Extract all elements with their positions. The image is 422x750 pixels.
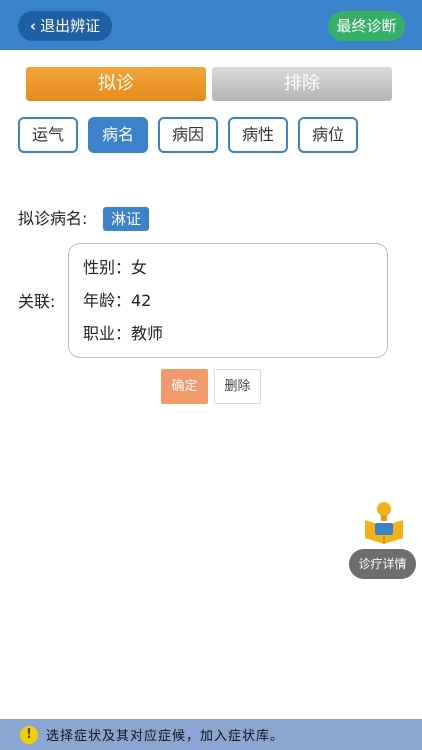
tab-tentative-diagnosis[interactable]: 拟诊 [26, 67, 206, 101]
header-bar: ‹ 退出辨证 最终诊断 [0, 0, 422, 50]
final-diagnosis-button[interactable]: 最终诊断 [328, 11, 405, 41]
tab-exclude[interactable]: 排除 [212, 67, 392, 101]
screen: ‹ 退出辨证 最终诊断 拟诊 排除 运气 病名 病因 病性 病位 拟诊病名: 淋… [0, 0, 422, 750]
exit-syndrome-button[interactable]: ‹ 退出辨证 [18, 11, 112, 41]
warning-icon: ! [20, 725, 38, 744]
diagnosis-name-tag[interactable]: 淋证 [103, 207, 150, 231]
association-line-gender: 性别：女 [83, 258, 148, 277]
association-line-age: 年龄：42 [83, 291, 152, 310]
hint-bar: ! 选择症状及其对应症候，加入症状库。 [0, 719, 422, 750]
reading-person-icon[interactable] [361, 500, 407, 544]
chevron-left-icon: ‹ [29, 17, 37, 35]
association-box[interactable]: 性别：女 年龄：42 职业：教师 [68, 243, 388, 358]
subtab-nature[interactable]: 病性 [228, 117, 288, 153]
treatment-details-button[interactable]: 诊疗详情 [349, 549, 416, 579]
subtab-location[interactable]: 病位 [298, 117, 358, 153]
confirm-button[interactable]: 确定 [161, 369, 208, 404]
association-line-occupation: 职业：教师 [83, 324, 164, 343]
delete-button[interactable]: 删除 [214, 369, 261, 404]
subtab-yunqi[interactable]: 运气 [18, 117, 78, 153]
hint-text: 选择症状及其对应症候，加入症状库。 [46, 729, 285, 744]
subtab-cause[interactable]: 病因 [158, 117, 218, 153]
association-label: 关联: [18, 292, 56, 311]
subtab-disease-name[interactable]: 病名 [88, 117, 148, 153]
exit-syndrome-label: 退出辨证 [40, 17, 101, 35]
diagnosis-name-label: 拟诊病名: [18, 209, 88, 228]
